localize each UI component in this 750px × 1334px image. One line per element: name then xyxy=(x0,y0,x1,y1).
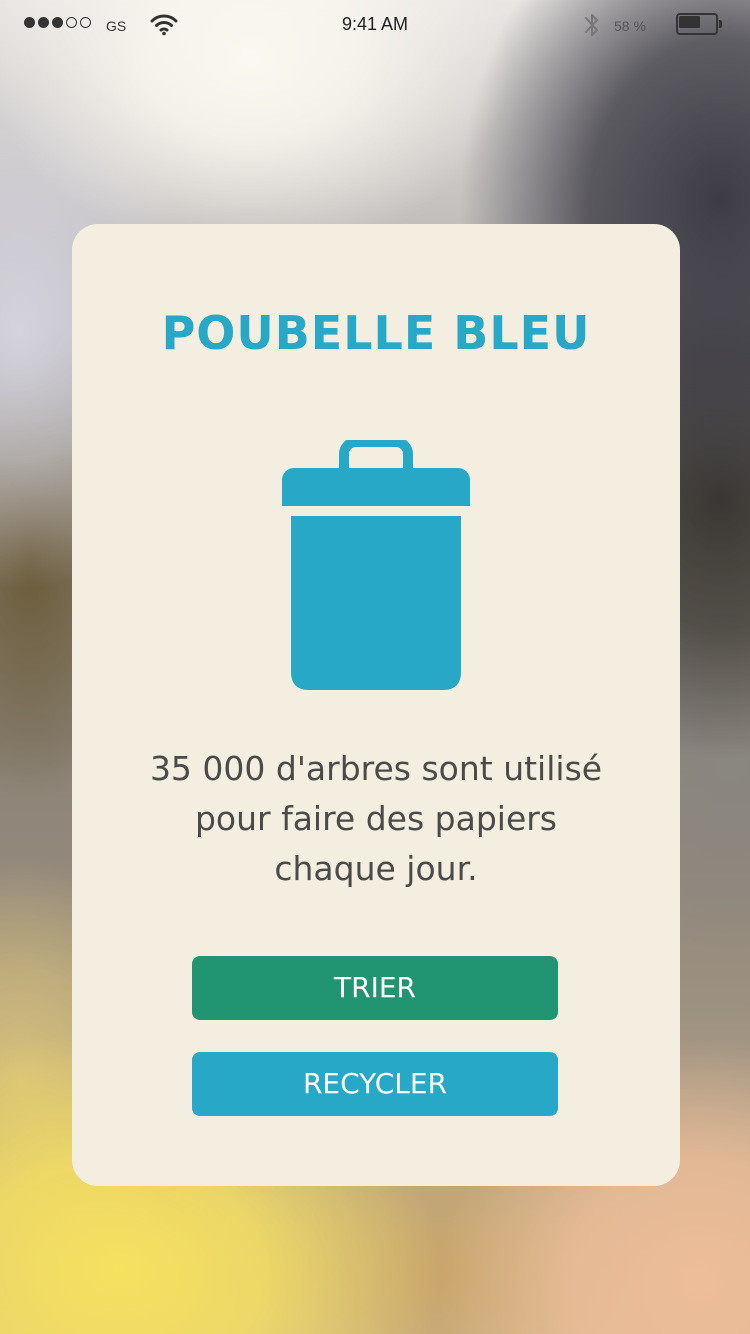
fact-message: 35 000 d'arbres sont utilisé pour faire … xyxy=(72,744,680,894)
info-card: POUBELLE BLEU 35 000 d'arbres sont utili… xyxy=(72,224,680,1186)
bluetooth-icon xyxy=(585,14,598,36)
recycle-button[interactable]: RECYCLER xyxy=(192,1052,558,1116)
fact-line: pour faire des papiers xyxy=(194,799,558,838)
status-bar: GS 9:41 AM 58 % xyxy=(0,0,750,50)
fact-line: 35 000 d'arbres sont utilisé xyxy=(149,749,603,788)
card-title: POUBELLE BLEU xyxy=(161,306,591,360)
fact-line: chaque jour. xyxy=(274,849,478,888)
trash-bin-icon xyxy=(282,440,470,690)
sort-button[interactable]: TRIER xyxy=(192,956,558,1020)
battery-icon xyxy=(676,13,722,35)
battery-percent-label: 58 % xyxy=(614,18,646,34)
